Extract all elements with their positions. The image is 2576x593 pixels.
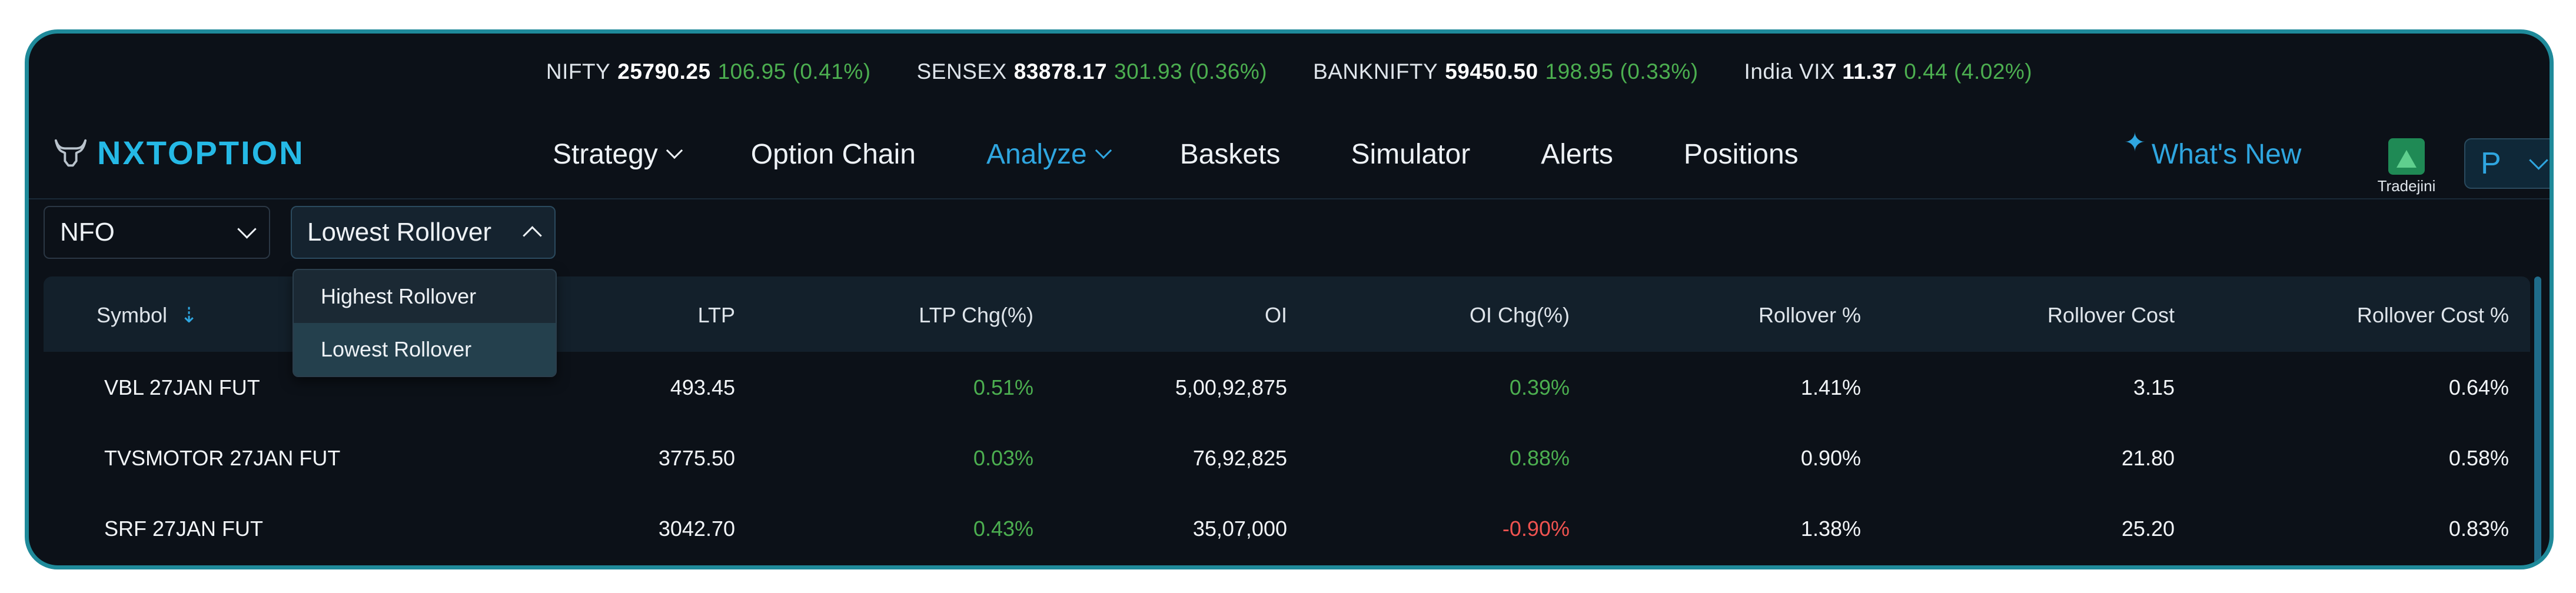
app-window: NIFTY 25790.25 106.95 (0.41%) SENSEX 838… (25, 29, 2554, 569)
ticker-value: 59450.50 (1445, 59, 1538, 84)
ticker-change: 301.93 (0.36%) (1114, 59, 1268, 84)
col-symbol[interactable]: Symbol ⇣ (97, 303, 198, 328)
cell-ltp: 493.45 (670, 375, 735, 399)
ticker-name: SENSEX (916, 59, 1007, 84)
nav-label: Simulator (1351, 138, 1471, 170)
nav-label: Positions (1683, 138, 1799, 170)
nav-label: Option Chain (750, 138, 916, 170)
col-ltp[interactable]: LTP (698, 303, 735, 328)
cell-rollover-pct: 1.38% (1800, 517, 1861, 541)
cell-symbol: SRF 27JAN FUT (104, 517, 264, 541)
cell-oi-chg: 0.39% (1509, 375, 1570, 399)
ticker-value: 11.37 (1842, 59, 1897, 84)
rollover-select[interactable]: Lowest Rollover (291, 206, 556, 259)
tradejini-logo-icon (2388, 138, 2425, 175)
cell-rollover-cost: 21.80 (2121, 446, 2175, 470)
nav-baskets[interactable]: Baskets (1180, 138, 1281, 171)
ticker-name: BANKNIFTY (1313, 59, 1438, 84)
col-rollover-pct[interactable]: Rollover % (1759, 303, 1861, 328)
top-navbar: NXTOPTION Strategy Option Chain Analyze … (29, 110, 2550, 199)
ticker-change: 198.95 (0.33%) (1545, 59, 1699, 84)
cell-ltp: 3775.50 (658, 446, 735, 470)
sparkle-icon: ✦ (2124, 128, 2146, 157)
nav-label: Analyze (986, 138, 1087, 170)
cell-oi-chg: -0.90% (1502, 517, 1570, 541)
cell-ltp-chg: 0.51% (973, 375, 1033, 399)
ticker-value: 25790.25 (617, 59, 711, 84)
nav-positions[interactable]: Positions (1684, 138, 1799, 171)
nav-option-chain[interactable]: Option Chain (751, 138, 916, 171)
chevron-down-icon (2529, 150, 2548, 170)
market-ticker: NIFTY 25790.25 106.95 (0.41%) SENSEX 838… (29, 34, 2550, 110)
col-label: Symbol (97, 303, 168, 327)
col-oi-chg[interactable]: OI Chg(%) (1470, 303, 1570, 328)
brand-name: NXTOPTION (97, 134, 305, 171)
cell-oi: 35,07,000 (1192, 517, 1287, 541)
cell-rollover-cost-pct: 0.83% (2448, 517, 2509, 541)
ticker-india-vix[interactable]: India VIX 11.37 0.44 (4.02%) (1744, 59, 2033, 84)
exchange-value: NFO (60, 218, 115, 246)
chevron-down-icon (1095, 142, 1112, 159)
cell-oi-chg: 0.88% (1509, 446, 1570, 470)
broker-badge[interactable]: Tradejini (2374, 138, 2439, 195)
rollover-value: Lowest Rollover (307, 218, 492, 246)
ticker-sensex[interactable]: SENSEX 83878.17 301.93 (0.36%) (917, 59, 1267, 84)
cell-ltp-chg: 0.03% (973, 446, 1033, 470)
avatar: P (2481, 146, 2501, 181)
cell-rollover-cost-pct: 0.64% (2448, 375, 2509, 399)
cell-symbol: TVSMOTOR 27JAN FUT (104, 446, 341, 470)
nav-simulator[interactable]: Simulator (1351, 138, 1470, 171)
ticker-value: 83878.17 (1013, 59, 1108, 84)
rollover-dropdown-menu: Highest Rollover Lowest Rollover (292, 269, 557, 377)
cell-rollover-pct: 1.41% (1800, 375, 1861, 399)
nav-alerts[interactable]: Alerts (1541, 138, 1613, 171)
col-rollover-cost[interactable]: Rollover Cost (2047, 303, 2175, 328)
table-row[interactable]: TVSMOTOR 27JAN FUT 3775.50 0.03% 76,92,8… (44, 422, 2530, 493)
broker-label: Tradejini (2377, 177, 2436, 195)
ticker-change: 106.95 (0.41%) (717, 59, 871, 84)
col-ltp-chg[interactable]: LTP Chg(%) (919, 303, 1033, 328)
sort-icon[interactable]: ⇣ (180, 303, 198, 327)
ticker-change: 0.44 (4.02%) (1904, 59, 2033, 84)
brand-logo[interactable]: NXTOPTION (54, 134, 305, 172)
ticker-banknifty[interactable]: BANKNIFTY 59450.50 198.95 (0.33%) (1313, 59, 1698, 84)
col-rollover-cost-pct[interactable]: Rollover Cost % (2357, 303, 2509, 328)
table-row[interactable]: SRF 27JAN FUT 3042.70 0.43% 35,07,000 -0… (44, 493, 2530, 564)
cell-ltp-chg: 0.43% (973, 517, 1033, 541)
nav-label: Alerts (1541, 138, 1613, 170)
option-highest-rollover[interactable]: Highest Rollover (294, 270, 556, 323)
cell-rollover-cost-pct: 0.58% (2448, 446, 2509, 470)
nav-label: Strategy (553, 138, 658, 170)
cell-rollover-pct: 0.90% (1800, 446, 1861, 470)
ticker-name: India VIX (1744, 59, 1836, 84)
ticker-nifty[interactable]: NIFTY 25790.25 106.95 (0.41%) (546, 59, 871, 84)
chevron-up-icon (523, 225, 542, 245)
cell-rollover-cost: 3.15 (2133, 375, 2175, 399)
nav-analyze[interactable]: Analyze (986, 138, 1112, 171)
option-lowest-rollover[interactable]: Lowest Rollover (294, 323, 556, 376)
profile-menu-button[interactable]: P (2464, 138, 2550, 189)
cell-oi: 76,92,825 (1192, 446, 1287, 470)
ticker-name: NIFTY (546, 59, 611, 84)
nav-strategy[interactable]: Strategy (553, 138, 683, 171)
chevron-down-icon (237, 219, 257, 239)
cell-ltp: 3042.70 (658, 517, 735, 541)
col-oi[interactable]: OI (1265, 303, 1287, 328)
bull-icon (54, 139, 87, 166)
whats-new-label: What's New (2151, 138, 2302, 170)
whats-new-link[interactable]: ✦ What's New (2124, 128, 2301, 181)
table-scrollbar[interactable] (2534, 276, 2541, 565)
cell-oi: 5,00,92,875 (1175, 375, 1287, 399)
nav-label: Baskets (1179, 138, 1281, 170)
main-menu: Strategy Option Chain Analyze Baskets Si… (553, 110, 1869, 198)
chevron-down-icon (666, 142, 683, 159)
cell-symbol: VBL 27JAN FUT (104, 375, 260, 399)
exchange-select[interactable]: NFO (44, 206, 270, 259)
cell-rollover-cost: 25.20 (2121, 517, 2175, 541)
